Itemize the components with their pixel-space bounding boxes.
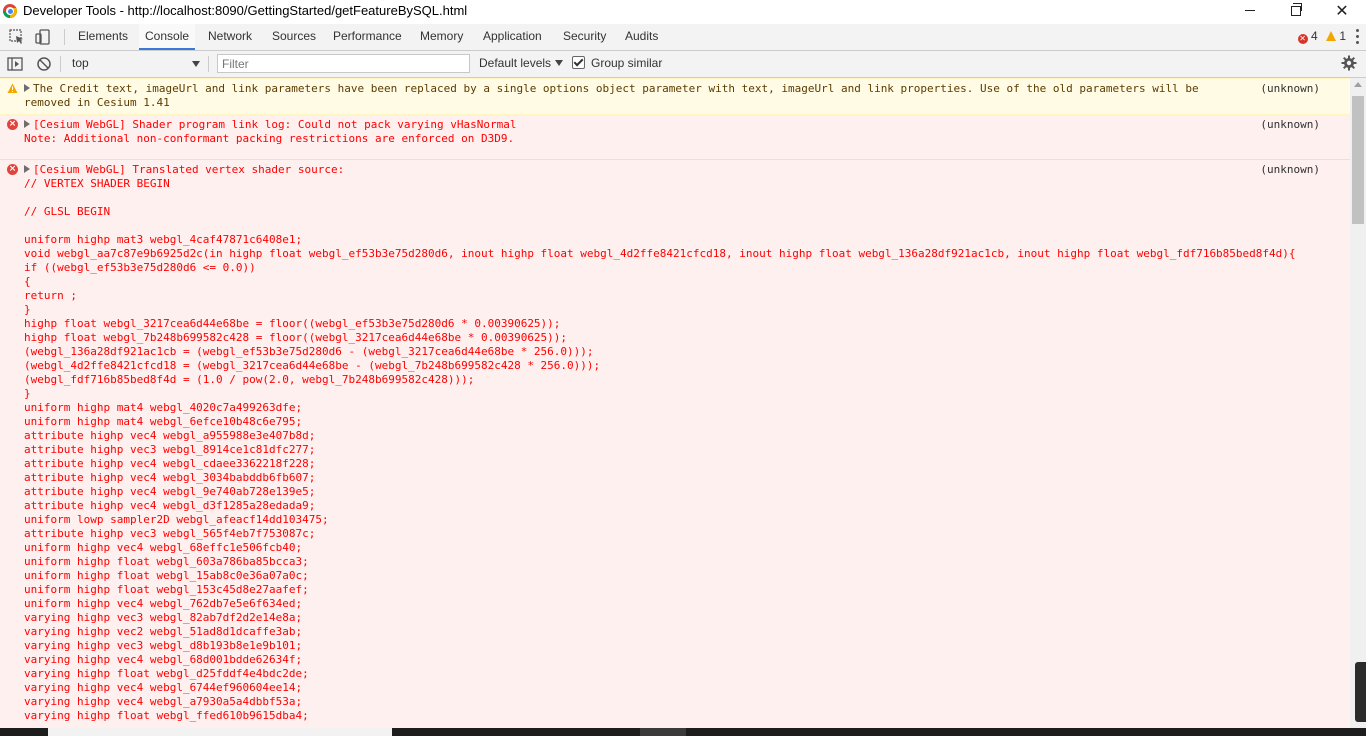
console-message-error[interactable]: × [Cesium WebGL] Translated vertex shade…	[0, 160, 1350, 728]
more-options-icon[interactable]	[1356, 29, 1360, 45]
tab-elements[interactable]: Elements	[72, 24, 134, 50]
expand-triangle-icon[interactable]	[24, 84, 30, 92]
context-selector[interactable]: top	[66, 54, 204, 73]
window-title-bar: Developer Tools - http://localhost:8090/…	[0, 0, 1366, 23]
toolbar-divider	[60, 56, 61, 72]
console-scrollbar[interactable]	[1350, 78, 1366, 728]
expand-triangle-icon[interactable]	[24, 165, 30, 173]
error-icon: ✕	[1297, 34, 1308, 44]
device-toolbar-icon[interactable]	[34, 28, 52, 46]
window-title: Developer Tools - http://localhost:8090/…	[23, 3, 468, 18]
tab-audits[interactable]: Audits	[619, 24, 664, 50]
log-levels-dropdown[interactable]: Default levels	[479, 54, 564, 73]
group-similar-toggle[interactable]: Group similar	[572, 54, 662, 73]
group-similar-label: Group similar	[591, 56, 663, 70]
close-button[interactable]: ✕	[1319, 0, 1365, 23]
tab-memory[interactable]: Memory	[414, 24, 469, 50]
tab-network[interactable]: Network	[202, 24, 258, 50]
restore-icon	[1291, 2, 1302, 16]
filter-input[interactable]	[217, 54, 470, 73]
log-levels-label: Default levels	[479, 56, 552, 70]
toolbar-divider	[208, 56, 209, 72]
settings-gear-icon[interactable]	[1341, 55, 1357, 71]
tab-application[interactable]: Application	[477, 24, 548, 50]
chevron-down-icon	[555, 60, 564, 66]
chevron-down-icon	[192, 61, 200, 67]
console-message-error[interactable]: × [Cesium WebGL] Shader program link log…	[0, 115, 1350, 160]
chrome-logo-icon	[3, 4, 17, 18]
tab-console[interactable]: Console	[139, 24, 196, 50]
sidebar-toggle-icon[interactable]	[6, 55, 24, 73]
message-source[interactable]: (unknown)	[1260, 118, 1320, 132]
minimize-button[interactable]	[1227, 0, 1273, 23]
console-toolbar: top Default levels Group similar	[0, 51, 1366, 78]
close-icon: ✕	[1335, 1, 1349, 20]
scrollbar-thumb[interactable]	[1352, 96, 1364, 224]
message-text: [Cesium WebGL] Translated vertex shader …	[0, 160, 1350, 177]
minimize-icon	[1245, 10, 1255, 11]
context-value: top	[72, 56, 89, 70]
message-source[interactable]: (unknown)	[1260, 163, 1320, 177]
restore-button[interactable]	[1273, 0, 1319, 23]
shader-source-code: // VERTEX SHADER BEGIN // GLSL BEGIN uni…	[24, 177, 1296, 722]
toolbar-divider	[64, 29, 65, 45]
error-icon: ×	[7, 119, 18, 130]
warning-icon	[1325, 31, 1336, 41]
tab-performance[interactable]: Performance	[327, 24, 408, 50]
console-message-warning[interactable]: The Credit text, imageUrl and link param…	[0, 78, 1350, 115]
warning-count: 1	[1339, 29, 1346, 43]
taskbar-strip	[0, 728, 1366, 736]
side-handle[interactable]	[1355, 662, 1366, 722]
warning-icon	[7, 83, 18, 93]
clear-console-icon[interactable]	[35, 55, 53, 73]
issue-counts[interactable]: ✕ 4 1	[1297, 29, 1346, 44]
expand-triangle-icon[interactable]	[24, 120, 30, 128]
inspect-element-icon[interactable]	[8, 28, 26, 46]
error-count: 4	[1310, 29, 1318, 43]
devtools-tab-bar: Elements Console Network Sources Perform…	[0, 24, 1366, 51]
scroll-up-icon[interactable]	[1354, 82, 1362, 87]
message-text: [Cesium WebGL] Shader program link log: …	[24, 118, 517, 145]
console-messages[interactable]: The Credit text, imageUrl and link param…	[0, 78, 1350, 728]
message-source[interactable]: (unknown)	[1260, 82, 1320, 96]
tab-security[interactable]: Security	[557, 24, 612, 50]
error-icon: ×	[7, 164, 18, 175]
checkbox-icon[interactable]	[572, 56, 585, 69]
message-text: The Credit text, imageUrl and link param…	[24, 82, 1206, 109]
tab-sources[interactable]: Sources	[266, 24, 322, 50]
